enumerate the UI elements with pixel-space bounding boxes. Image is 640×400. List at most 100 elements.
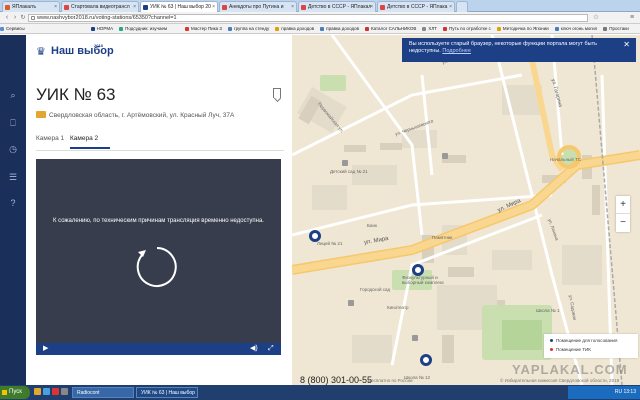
folder-icon[interactable] [34, 388, 41, 395]
bookmark-item[interactable]: правка доходов [320, 24, 359, 33]
browser-tab-bar: ЯПлакалъ × Стартовала видеотрансл × УИК № … [0, 0, 640, 12]
star-icon[interactable]: ☆ [592, 14, 600, 22]
bookmark-item[interactable]: НОРМА [90, 24, 113, 33]
bookmarks-bar: Сервисы НОРМА Подсудник: изучаем Мастер Пик… [0, 24, 640, 34]
opera-icon[interactable] [52, 388, 59, 395]
poi-icon[interactable] [412, 335, 418, 341]
poi-icon[interactable] [348, 300, 354, 306]
notice-more-link[interactable]: Подробнее [442, 48, 471, 54]
bookmark-item[interactable]: Каталог САЛЬНИКОВ [365, 24, 416, 33]
bookmark-item[interactable]: правка доходов [275, 24, 314, 33]
history-icon[interactable]: ◷ [7, 143, 19, 155]
fullscreen-icon[interactable]: ⤢ [268, 345, 274, 353]
bookmark-item[interactable]: Методичка по Японии [496, 24, 549, 33]
browser-tab[interactable]: Детство в СССР - ЯПлакал × [298, 1, 376, 12]
map-legend: Помещение для голосования Помещение ТИК [544, 334, 638, 358]
close-icon[interactable]: × [291, 2, 294, 12]
close-icon[interactable]: ✕ [623, 41, 630, 49]
poi-icon[interactable] [342, 160, 348, 166]
forward-icon[interactable]: › [11, 14, 19, 22]
polling-station-marker[interactable] [412, 264, 424, 276]
bookmark-item[interactable]: Сервисы [0, 24, 25, 33]
favorite-bookmark-button[interactable] [273, 88, 281, 98]
zoom-out-button[interactable]: − [616, 214, 630, 232]
menu-icon[interactable]: ≡ [628, 14, 636, 22]
ie-icon[interactable] [43, 388, 50, 395]
back-icon[interactable]: ‹ [3, 14, 11, 22]
search-icon[interactable]: ⌕ [7, 89, 19, 101]
url-input[interactable]: www.nashvybor2018.ru/voting-stations/653… [28, 14, 588, 22]
notice-text: Вы используете старый браузер, некоторые… [409, 41, 598, 54]
system-tray-clock[interactable]: RU 13:13 [568, 386, 640, 399]
tab-label: Стартовала видеотрансл [71, 4, 130, 10]
help-icon[interactable]: ? [7, 197, 19, 209]
tab-favicon-icon [222, 5, 227, 10]
tab-favicon-icon [143, 5, 148, 10]
polling-station-marker[interactable] [420, 354, 432, 366]
browser-tab[interactable]: Анекдоты про Путина и × [219, 1, 297, 12]
hotline-note: Бесплатно по России [368, 378, 413, 383]
volume-icon[interactable]: ◀) [250, 345, 258, 353]
bookmark-item[interactable]: Простаки [603, 24, 629, 33]
browser-tab-active[interactable]: УИК № 63 | Наш выбор 20 × [140, 1, 218, 12]
zoom-in-button[interactable]: + [616, 196, 630, 214]
poi-label: Школа № 1 [536, 308, 560, 313]
building-icon [36, 111, 46, 118]
tab-favicon-icon [301, 5, 306, 10]
reload-icon[interactable]: ↻ [19, 14, 27, 22]
map[interactable]: ул. Мира ул. Мира ул. Гагарина Первомайс… [292, 35, 640, 385]
close-icon[interactable]: × [133, 2, 136, 12]
watermark: YAPLAKAL.COM [512, 362, 628, 377]
poi-label: Банк [367, 223, 377, 228]
station-address: Свердловская область, г. Артёмовский, ул… [36, 111, 234, 119]
tab-favicon-icon [380, 5, 385, 10]
browser-tab[interactable]: Детство в СССР - ЯПлака × [377, 1, 455, 12]
close-icon[interactable]: × [370, 2, 373, 12]
tab-label: Детство в СССР - ЯПлака [387, 4, 448, 10]
bookmark-item[interactable]: группа на стенду [227, 24, 269, 33]
tab-camera-1[interactable]: Камера 1 [36, 135, 64, 142]
new-tab-button[interactable] [456, 1, 468, 12]
play-icon[interactable]: ▶ [43, 345, 48, 353]
video-error-message: К сожалению, по техническим причинам тра… [53, 218, 264, 224]
bookmark-item[interactable]: ХЛТ [422, 24, 437, 33]
bookmark-item[interactable]: ключ огонь могил [554, 24, 597, 33]
list-icon[interactable]: ☰ [7, 171, 19, 183]
poi-label: Городской сад [360, 287, 391, 292]
poi-label: Кинотеатр [387, 305, 409, 310]
taskbar-item-active[interactable]: УИК № 63 | Наш выбор [136, 387, 198, 398]
close-icon[interactable]: × [449, 2, 452, 12]
close-icon[interactable]: × [212, 2, 215, 12]
divider [36, 150, 284, 151]
tab-camera-2[interactable]: Камера 2 [70, 135, 98, 142]
hotline-phone: 8 (800) 301-00-55 [300, 375, 373, 385]
address-text: Свердловская область, г. Артёмовский, ул… [49, 112, 235, 119]
bookmark-item[interactable]: Путь по отработке с [443, 24, 491, 33]
map-zoom-controls: + − [616, 196, 630, 232]
start-button[interactable]: Пуск [0, 386, 30, 399]
video-player[interactable]: К сожалению, по техническим причинам тра… [36, 159, 281, 355]
os-taskbar: Пуск Radiocont УИК № 63 | Наш выбор RU 1… [0, 385, 640, 400]
browser-tab[interactable]: ЯПлакалъ × [2, 1, 60, 12]
poi-label: Памятник [432, 235, 453, 240]
eagle-emblem-icon: ♛ [36, 46, 46, 58]
tab-label: Детство в СССР - ЯПлакал [308, 4, 372, 10]
copyright-text: © Избирательная комиссия Свердловской об… [500, 378, 620, 383]
bookmark-item[interactable]: Подсудник: изучаем [119, 24, 167, 33]
old-browser-notice: Вы используете старый браузер, некоторые… [402, 38, 636, 62]
tab-favicon-icon [5, 5, 10, 10]
app-icon[interactable] [61, 388, 68, 395]
url-text: www.nashvybor2018.ru/voting-stations/653… [37, 15, 177, 21]
poi-icon[interactable] [442, 153, 448, 159]
close-icon[interactable]: × [54, 2, 57, 12]
station-panel: ♛ Наш выбор 2018 УИК № 63 Свердловская о… [26, 35, 292, 385]
bookmark-item[interactable]: Мастер Пика 3 [185, 24, 222, 33]
logo[interactable]: ♛ Наш выбор 2018 [36, 43, 136, 63]
page-info-icon [31, 16, 35, 20]
browser-tab[interactable]: Стартовала видеотрансл × [61, 1, 139, 12]
taskbar-item[interactable]: Radiocont [72, 387, 134, 398]
address-bar-row: ‹ › ↻ www.nashvybor2018.ru/voting-statio… [0, 12, 640, 24]
app-sidebar: ⌕ ⎕ ◷ ☰ ? [0, 35, 26, 385]
bookmark-icon[interactable]: ⎕ [7, 117, 19, 129]
polling-station-marker[interactable] [309, 230, 321, 242]
